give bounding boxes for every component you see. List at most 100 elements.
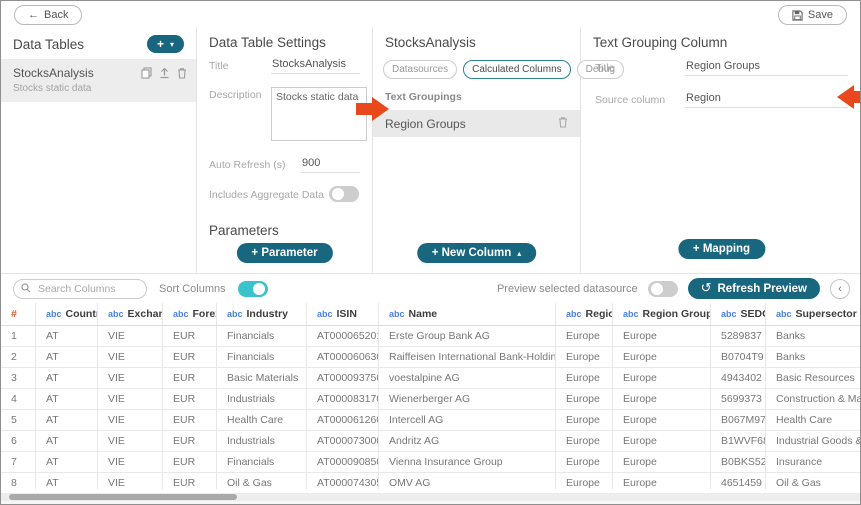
table-row[interactable]: 5ATVIEEURHealth CareAT0000612601Intercel… xyxy=(1,410,860,431)
column-header-country[interactable]: abcCountry xyxy=(36,303,98,325)
grouping-title-input[interactable] xyxy=(685,60,848,76)
table-row[interactable]: 6ATVIEEURIndustrialsAT0000730007Andritz … xyxy=(1,431,860,452)
collapse-panel-button[interactable]: ‹ xyxy=(830,278,850,299)
table-cell-isin: AT0000937503 xyxy=(307,368,379,388)
table-cell-country: AT xyxy=(36,389,98,409)
table-cell-index: 6 xyxy=(1,431,36,451)
table-cell-name: Wienerberger AG xyxy=(379,389,556,409)
column-header-sedol[interactable]: abcSEDOL xyxy=(711,303,766,325)
table-cell-country: AT xyxy=(36,473,98,489)
table-cell-region-groups: Europe xyxy=(613,473,711,489)
table-cell-industry: Industrials xyxy=(217,431,307,451)
column-header-exchange[interactable]: abcExchange xyxy=(98,303,163,325)
table-cell-industry: Basic Materials xyxy=(217,368,307,388)
tab-calculated-columns[interactable]: Calculated Columns xyxy=(463,60,571,79)
table-cell-isin: AT0000606306 xyxy=(307,347,379,367)
settings-title: Data Table Settings xyxy=(209,35,326,50)
table-cell-exchange: VIE xyxy=(98,326,163,346)
text-type-icon: abc xyxy=(317,309,333,319)
data-tables-title: Data Tables xyxy=(13,36,85,52)
back-arrow-icon: ← xyxy=(28,9,39,21)
title-label: Title xyxy=(209,60,229,72)
table-cell-name: Andritz AG xyxy=(379,431,556,451)
preview-table: #abcCountryabcExchangeabcForexabcIndustr… xyxy=(1,303,860,489)
description-label: Description xyxy=(209,89,262,101)
text-type-icon: abc xyxy=(566,309,582,319)
text-type-icon: abc xyxy=(227,309,243,319)
search-columns-input[interactable] xyxy=(13,278,147,299)
refresh-preview-button[interactable]: ↺ Refresh Preview xyxy=(687,278,820,299)
preview-datasource-toggle[interactable] xyxy=(647,280,678,297)
table-cell-forex: EUR xyxy=(163,410,217,430)
scrollbar-thumb[interactable] xyxy=(9,494,237,500)
sort-columns-toggle[interactable] xyxy=(237,280,268,297)
table-cell-supersector: Banks xyxy=(766,326,860,346)
parameters-section-title: Parameters xyxy=(209,223,279,238)
table-row[interactable]: 2ATVIEEURFinancialsAT0000606306Raiffeise… xyxy=(1,347,860,368)
table-row[interactable]: 4ATVIEEURIndustrialsAT0000831706Wienerbe… xyxy=(1,389,860,410)
table-cell-region: Europe xyxy=(556,368,613,388)
includes-aggregate-toggle[interactable] xyxy=(329,186,359,202)
new-column-button[interactable]: + New Column ▴ xyxy=(416,243,537,263)
table-cell-forex: EUR xyxy=(163,368,217,388)
data-table-settings-panel: Data Table Settings Title Description St… xyxy=(197,27,373,273)
table-cell-name: voestalpine AG xyxy=(379,368,556,388)
table-row[interactable]: 7ATVIEEURFinancialsAT0000908504Vienna In… xyxy=(1,452,860,473)
back-button[interactable]: ← Back xyxy=(14,5,83,25)
search-icon xyxy=(21,282,31,293)
trash-icon[interactable] xyxy=(177,67,187,79)
text-grouping-title: Text Grouping Column xyxy=(593,35,728,50)
region-groups-item[interactable]: Region Groups xyxy=(373,110,580,137)
horizontal-scrollbar[interactable] xyxy=(1,493,860,501)
add-parameter-button[interactable]: + Parameter xyxy=(236,243,333,263)
table-row[interactable]: 1ATVIEEURFinancialsAT0000652011Erste Gro… xyxy=(1,326,860,347)
description-textarea[interactable]: Stocks static data xyxy=(271,87,367,141)
table-cell-country: AT xyxy=(36,326,98,346)
trash-icon[interactable] xyxy=(558,116,568,131)
auto-refresh-input[interactable] xyxy=(301,157,360,173)
table-cell-isin: AT0000831706 xyxy=(307,389,379,409)
upload-icon[interactable] xyxy=(159,67,170,79)
column-header-industry[interactable]: abc Industry xyxy=(217,303,307,325)
table-row[interactable]: 8ATVIEEUROil & GasAT0000743059OMV AGEuro… xyxy=(1,473,860,489)
auto-refresh-label: Auto Refresh (s) xyxy=(209,159,286,171)
data-table-list-item[interactable]: StocksAnalysis Stocks static data xyxy=(1,59,196,102)
table-cell-industry: Oil & Gas xyxy=(217,473,307,489)
add-mapping-button[interactable]: + Mapping xyxy=(677,239,766,259)
source-column-select[interactable] xyxy=(685,92,848,108)
table-cell-country: AT xyxy=(36,368,98,388)
table-cell-supersector: Construction & Materials xyxy=(766,389,860,409)
column-header-region[interactable]: abcRegion xyxy=(556,303,613,325)
table-cell-isin: AT0000612601 xyxy=(307,410,379,430)
column-header-index[interactable]: # xyxy=(1,303,36,325)
title-input[interactable] xyxy=(271,58,360,74)
main-panels: Data Tables + ▾ StocksAnalysis Stocks st… xyxy=(1,27,860,273)
column-header-isin[interactable]: abc ISIN xyxy=(307,303,379,325)
table-cell-isin: AT0000730007 xyxy=(307,431,379,451)
table-cell-sedol: 4943402 xyxy=(711,368,766,388)
table-cell-forex: EUR xyxy=(163,326,217,346)
column-header-forex[interactable]: abcForex xyxy=(163,303,217,325)
table-cell-sedol: 4651459 xyxy=(711,473,766,489)
copy-icon[interactable] xyxy=(141,67,152,79)
save-button[interactable]: Save xyxy=(777,5,847,25)
table-cell-supersector: Industrial Goods & Services xyxy=(766,431,860,451)
column-header-name[interactable]: abc Name xyxy=(379,303,556,325)
text-type-icon: abc xyxy=(46,309,62,319)
tab-datasources[interactable]: Datasources xyxy=(383,60,458,79)
table-cell-region: Europe xyxy=(556,389,613,409)
add-data-table-button[interactable]: + ▾ xyxy=(146,35,184,53)
region-groups-item-label: Region Groups xyxy=(385,116,466,131)
text-type-icon: abc xyxy=(721,309,737,319)
chevron-up-icon: ▴ xyxy=(517,248,522,258)
table-cell-region: Europe xyxy=(556,452,613,472)
table-header-row: #abcCountryabcExchangeabcForexabcIndustr… xyxy=(1,303,860,326)
table-cell-forex: EUR xyxy=(163,347,217,367)
top-bar: ← Back Save xyxy=(1,1,860,27)
table-row[interactable]: 3ATVIEEURBasic MaterialsAT0000937503voes… xyxy=(1,368,860,389)
table-cell-supersector: Oil & Gas xyxy=(766,473,860,489)
column-header-region-groups[interactable]: abcRegion Groups✎ xyxy=(613,303,711,325)
table-cell-industry: Industrials xyxy=(217,389,307,409)
column-header-supersector[interactable]: abc Supersector xyxy=(766,303,860,325)
table-cell-index: 7 xyxy=(1,452,36,472)
